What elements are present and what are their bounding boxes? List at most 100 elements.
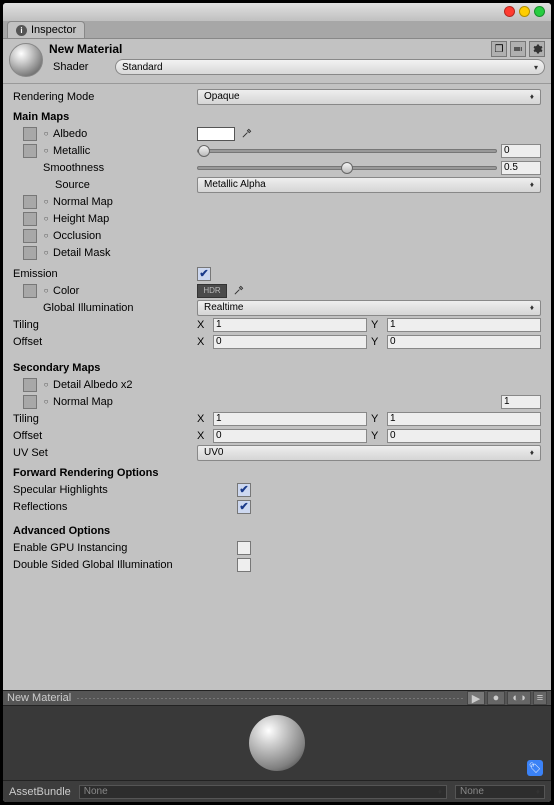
- expand-icon[interactable]: ○: [42, 146, 50, 155]
- preview-header[interactable]: New Material ▶ ● ◐◑ ≡: [3, 690, 551, 706]
- offset-label: Offset: [13, 336, 197, 348]
- expand-icon[interactable]: ○: [42, 380, 50, 389]
- uvset-dropdown[interactable]: UV0 ♦: [197, 445, 541, 461]
- detail-albedo-texture-slot[interactable]: [23, 378, 37, 392]
- chevron-down-icon: ♦: [530, 92, 534, 101]
- gi-value: Realtime: [204, 302, 243, 313]
- normal-texture-slot[interactable]: [23, 195, 37, 209]
- albedo-color[interactable]: [197, 127, 235, 141]
- sec-tiling-x[interactable]: [213, 412, 367, 426]
- expand-icon[interactable]: ○: [42, 248, 50, 257]
- preview-divider: [77, 698, 465, 699]
- offset-y[interactable]: [387, 335, 541, 349]
- main-maps-section: Main Maps: [13, 111, 541, 123]
- shader-value: Standard: [122, 62, 163, 73]
- eyedropper-icon[interactable]: [239, 127, 253, 141]
- emission-label: Emission: [13, 268, 197, 280]
- expand-icon[interactable]: ○: [42, 231, 50, 240]
- albedo-texture-slot[interactable]: [23, 127, 37, 141]
- gear-icon[interactable]: [529, 41, 545, 57]
- maximize-button[interactable]: [534, 6, 545, 17]
- eyedropper-icon[interactable]: [231, 284, 245, 298]
- assetbundle-label: AssetBundle: [9, 786, 71, 798]
- chevron-down-icon: ♦: [530, 180, 534, 189]
- chevron-down-icon: ♦: [536, 787, 540, 796]
- emission-hdr-color[interactable]: HDR: [197, 284, 227, 298]
- occlusion-texture-slot[interactable]: [23, 229, 37, 243]
- sec-normal-value[interactable]: [501, 395, 541, 409]
- x-label: X: [197, 413, 209, 425]
- preview-menu[interactable]: ≡: [533, 691, 547, 705]
- metallic-texture-slot[interactable]: [23, 144, 37, 158]
- detail-albedo-label: Detail Albedo x2: [53, 379, 133, 391]
- sec-offset-label: Offset: [13, 430, 197, 442]
- metallic-value[interactable]: [501, 144, 541, 158]
- shader-label: Shader: [49, 61, 109, 73]
- double-checkbox[interactable]: [237, 558, 251, 572]
- assetbundle-name-dropdown[interactable]: None ♦: [79, 785, 447, 799]
- x-label: X: [197, 336, 209, 348]
- expand-icon[interactable]: ○: [42, 197, 50, 206]
- sphere-toggle[interactable]: ●: [487, 691, 505, 705]
- specular-label: Specular Highlights: [13, 484, 237, 496]
- shader-dropdown[interactable]: Standard ▾: [115, 59, 545, 75]
- expand-icon[interactable]: ○: [42, 286, 50, 295]
- reflections-checkbox[interactable]: [237, 500, 251, 514]
- inspector-tab[interactable]: i Inspector: [7, 21, 85, 38]
- close-button[interactable]: [504, 6, 515, 17]
- offset-x[interactable]: [213, 335, 367, 349]
- expand-icon[interactable]: ○: [42, 129, 50, 138]
- chevron-down-icon: ♦: [438, 787, 442, 796]
- preview-viewport[interactable]: 🏷: [3, 706, 551, 780]
- preview-title: New Material: [7, 692, 71, 704]
- source-label: Source: [55, 179, 90, 191]
- sec-normal-label: Normal Map: [53, 396, 113, 408]
- tab-bar: i Inspector: [3, 21, 551, 39]
- normal-label: Normal Map: [53, 196, 113, 208]
- reference-button[interactable]: ❐: [491, 41, 507, 57]
- presets-button[interactable]: ≕: [510, 41, 526, 57]
- material-preview-icon[interactable]: [9, 43, 43, 77]
- material-name: New Material: [49, 42, 491, 56]
- rendering-mode-dropdown[interactable]: Opaque ♦: [197, 89, 541, 105]
- assetbundle-name-value: None: [84, 786, 108, 797]
- tiling-y[interactable]: [387, 318, 541, 332]
- y-label: Y: [371, 430, 383, 442]
- smoothness-slider[interactable]: [197, 166, 497, 170]
- smoothness-value[interactable]: [501, 161, 541, 175]
- sec-offset-x[interactable]: [213, 429, 367, 443]
- sec-tiling-y[interactable]: [387, 412, 541, 426]
- occlusion-label: Occlusion: [53, 230, 101, 242]
- y-label: Y: [371, 413, 383, 425]
- source-dropdown[interactable]: Metallic Alpha ♦: [197, 177, 541, 193]
- emission-checkbox[interactable]: [197, 267, 211, 281]
- emission-color-texture-slot[interactable]: [23, 284, 37, 298]
- metallic-slider[interactable]: [197, 149, 497, 153]
- gpu-checkbox[interactable]: [237, 541, 251, 555]
- minimize-button[interactable]: [519, 6, 530, 17]
- chevron-down-icon: ♦: [530, 448, 534, 457]
- expand-icon[interactable]: ○: [42, 214, 50, 223]
- tiling-x[interactable]: [213, 318, 367, 332]
- height-texture-slot[interactable]: [23, 212, 37, 226]
- detailmask-texture-slot[interactable]: [23, 246, 37, 260]
- sec-normal-texture-slot[interactable]: [23, 395, 37, 409]
- gpu-label: Enable GPU Instancing: [13, 542, 237, 554]
- sec-offset-y[interactable]: [387, 429, 541, 443]
- specular-checkbox[interactable]: [237, 483, 251, 497]
- gi-label: Global Illumination: [43, 302, 134, 314]
- source-value: Metallic Alpha: [204, 179, 266, 190]
- tiling-label: Tiling: [13, 319, 197, 331]
- detailmask-label: Detail Mask: [53, 247, 110, 259]
- expand-icon[interactable]: ○: [42, 397, 50, 406]
- play-button[interactable]: ▶: [467, 691, 485, 705]
- emission-color-label: Color: [53, 285, 79, 297]
- double-label: Double Sided Global Illumination: [13, 559, 237, 571]
- material-properties: Rendering Mode Opaque ♦ Main Maps ○ Albe…: [3, 84, 551, 577]
- chevron-down-icon: ♦: [530, 303, 534, 312]
- gi-dropdown[interactable]: Realtime ♦: [197, 300, 541, 316]
- assetbundle-variant-dropdown[interactable]: None ♦: [455, 785, 545, 799]
- light-toggle[interactable]: ◐◑: [507, 691, 531, 705]
- forward-section: Forward Rendering Options: [13, 467, 541, 479]
- label-icon[interactable]: 🏷: [527, 760, 543, 776]
